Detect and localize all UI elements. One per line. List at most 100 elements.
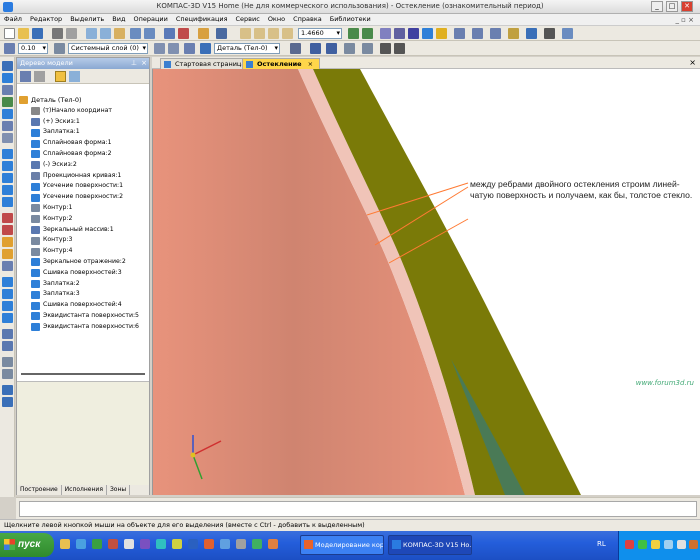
menu-window[interactable]: Окно [264, 14, 289, 23]
array-tool-icon[interactable] [2, 341, 13, 351]
preview-icon[interactable] [66, 28, 77, 39]
quicklaunch-folder-icon[interactable] [60, 539, 70, 549]
properties-icon[interactable] [198, 28, 209, 39]
save-icon[interactable] [32, 28, 43, 39]
tray-misc-icon[interactable] [677, 540, 686, 549]
menu-service[interactable]: Сервис [232, 14, 264, 23]
assembly-icon[interactable] [526, 28, 537, 39]
plane-icon[interactable] [344, 43, 355, 54]
pan-icon[interactable] [362, 28, 373, 39]
tree-item[interactable]: Зеркальное отражение:2 [19, 257, 149, 268]
cut-icon[interactable] [86, 28, 97, 39]
line-width-combo[interactable]: 0.10 [18, 43, 48, 54]
tab-construction[interactable]: Построение [17, 485, 62, 495]
edit-part-icon[interactable] [2, 73, 13, 83]
cut-revolve-icon[interactable] [2, 225, 13, 235]
quicklaunch-note-icon[interactable] [172, 539, 182, 549]
diagnostics-icon[interactable] [2, 133, 13, 143]
tree-item[interactable]: (+) Эскиз:1 [19, 117, 149, 128]
copy-icon[interactable] [100, 28, 111, 39]
mcx-icon[interactable] [2, 397, 13, 407]
selection-icon[interactable] [184, 43, 195, 54]
tree-item[interactable]: Контур:4 [19, 246, 149, 257]
part-combo[interactable]: Деталь (Тел-0) [214, 43, 280, 54]
properties-input-area[interactable] [19, 501, 697, 517]
select-icon[interactable] [2, 61, 13, 71]
fillet-icon[interactable] [2, 237, 13, 247]
tree-item[interactable]: Сшивка поверхностей:4 [19, 300, 149, 311]
hidden-lines-icon[interactable] [408, 28, 419, 39]
tray-antivirus-icon[interactable] [625, 540, 634, 549]
designation-icon[interactable] [2, 369, 13, 379]
dimension-icon[interactable] [2, 357, 13, 367]
wireframe-icon[interactable] [394, 28, 405, 39]
section-icon[interactable] [544, 28, 555, 39]
start-button[interactable]: пуск [0, 533, 54, 557]
tab-start-page[interactable]: Стартовая страница [160, 58, 253, 69]
taskbar-item-modeling[interactable]: Моделирование кор... [300, 535, 384, 555]
axis-icon[interactable] [362, 43, 373, 54]
surfaces-icon[interactable] [2, 97, 13, 107]
tree-item[interactable]: Эквидистанта поверхности:5 [19, 311, 149, 322]
tray-volume-icon[interactable] [651, 540, 660, 549]
zoom-all-icon[interactable] [282, 28, 293, 39]
tree-item[interactable]: (-) Эскиз:2 [19, 160, 149, 171]
arrays-icon[interactable] [2, 109, 13, 119]
revolve-icon[interactable] [2, 173, 13, 183]
tab-glazing[interactable]: Остекление × [242, 58, 321, 69]
tree-item[interactable]: (т)Начало координат [19, 106, 149, 117]
filter-icon[interactable] [472, 28, 483, 39]
new-document-icon[interactable] [4, 28, 15, 39]
tray-network-icon[interactable] [638, 540, 647, 549]
light-icon[interactable] [326, 43, 337, 54]
shaded-icon[interactable] [422, 28, 433, 39]
menu-file[interactable]: Файл [0, 14, 26, 23]
menu-help[interactable]: Справка [289, 14, 326, 23]
mdi-controls[interactable]: _ ▫ × [671, 15, 698, 24]
help-cursor-icon[interactable] [216, 28, 227, 39]
quicklaunch-browser-icon[interactable] [76, 539, 86, 549]
orientation-icon[interactable] [380, 28, 391, 39]
tree-item[interactable]: Заплатка:2 [19, 279, 149, 290]
spec-icon[interactable] [380, 43, 391, 54]
undo-icon[interactable] [130, 28, 141, 39]
redo-icon[interactable] [144, 28, 155, 39]
tree-item[interactable]: Сплайновая форма:1 [19, 138, 149, 149]
tray-update-icon[interactable] [664, 540, 673, 549]
panel-close-icon[interactable]: × [141, 58, 147, 69]
display-mode-icon[interactable] [290, 43, 301, 54]
close-button[interactable]: ✕ [681, 1, 693, 12]
tree-item[interactable]: Сплайновая форма:2 [19, 149, 149, 160]
tree-structure-icon[interactable] [69, 71, 80, 82]
extrude-icon[interactable] [2, 161, 13, 171]
layer-manager-icon[interactable] [154, 43, 165, 54]
quicklaunch-misc-icon[interactable] [236, 539, 246, 549]
zoom-window-icon[interactable] [254, 28, 265, 39]
patch-tool-icon[interactable] [2, 277, 13, 287]
layer-icon[interactable] [54, 43, 65, 54]
menu-view[interactable]: Вид [108, 14, 129, 23]
zoom-in-icon[interactable] [240, 28, 251, 39]
tree-item[interactable]: Контур:1 [19, 203, 149, 214]
quicklaunch-orange-icon[interactable] [268, 539, 278, 549]
tree-filter-icon[interactable] [55, 71, 66, 82]
ruled-surface-icon[interactable] [2, 301, 13, 311]
print-icon[interactable] [52, 28, 63, 39]
quicklaunch-media-icon[interactable] [108, 539, 118, 549]
layer-combo[interactable]: Системный слой (0) [68, 43, 148, 54]
tree-item[interactable]: Контур:2 [19, 214, 149, 225]
view-mode-icon[interactable] [310, 43, 321, 54]
tab-zones[interactable]: Зоны [107, 485, 131, 495]
mirror-tool-icon[interactable] [2, 329, 13, 339]
shaded-edges-icon[interactable] [436, 28, 447, 39]
quicklaunch-chat-icon[interactable] [156, 539, 166, 549]
quicklaunch-net-icon[interactable] [220, 539, 230, 549]
zoom-scale-combo[interactable]: 1.4660 [298, 28, 342, 39]
libraries-icon[interactable] [164, 28, 175, 39]
language-indicator[interactable]: RL [597, 540, 606, 548]
menu-select[interactable]: Выделить [66, 14, 108, 23]
grid-icon[interactable] [562, 28, 573, 39]
tab-close-icon[interactable]: × [308, 60, 313, 68]
tree-item[interactable]: Усечение поверхности:1 [19, 181, 149, 192]
sweep-icon[interactable] [2, 185, 13, 195]
